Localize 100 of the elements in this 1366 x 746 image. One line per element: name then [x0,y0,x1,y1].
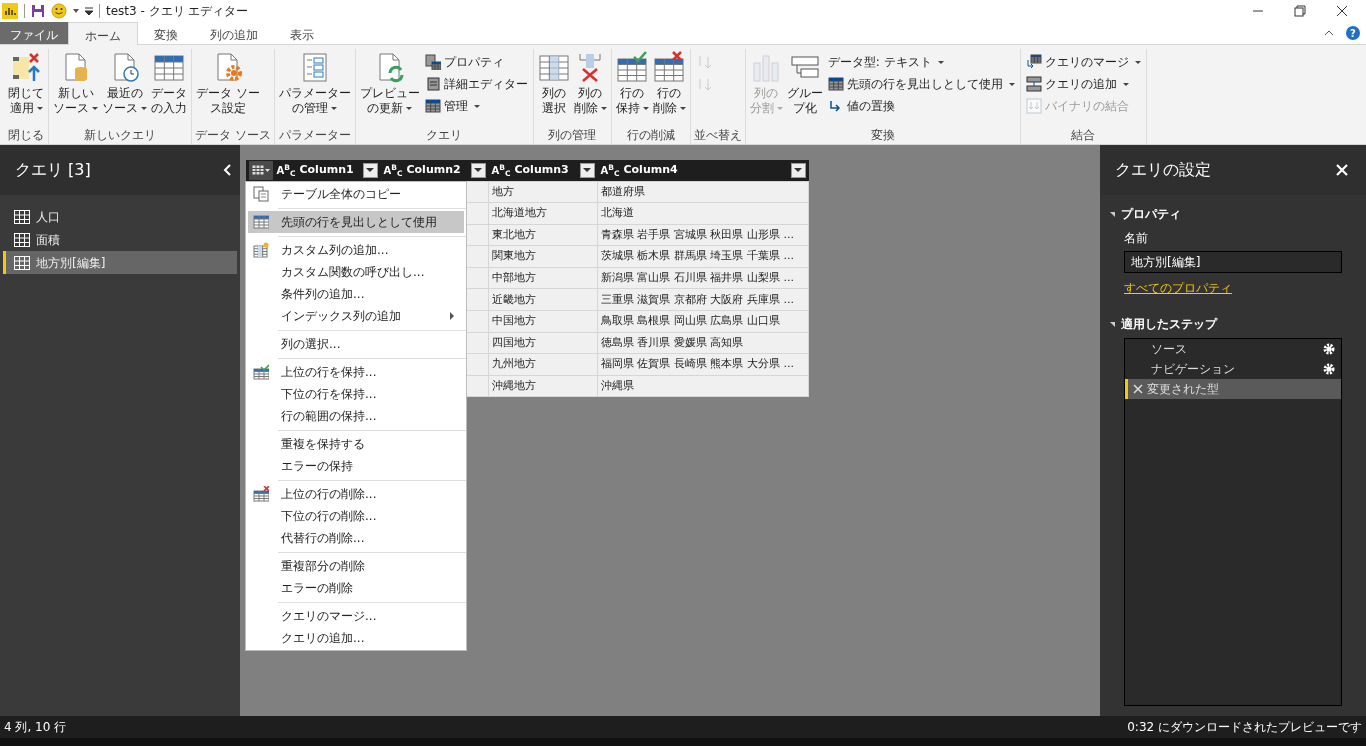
restore-icon[interactable] [1294,5,1306,17]
menu-item[interactable]: 重複部分の削除 [248,555,464,577]
filter-button[interactable] [362,162,378,178]
group-label: パラメーター [277,127,352,144]
query-item[interactable]: 面積 [3,228,237,251]
ribbon-button[interactable]: 行の 保持 [614,49,650,126]
menu-item[interactable]: 条件列の追加... [248,283,464,305]
help-button[interactable]: ? [1346,26,1360,40]
field-label: 名前 [1124,230,1149,247]
group-label: データ ソース [195,127,271,144]
group-label: 列の管理 [547,127,598,144]
ribbon-tab[interactable]: ホーム [68,22,138,45]
collapse-ribbon-icon[interactable] [1324,30,1334,36]
table-menu-button[interactable] [248,160,273,180]
step-item[interactable]: 変更された型 [1125,379,1341,399]
column-header: Column3 [514,162,569,178]
table-cell: 北海道 [597,202,809,225]
window-title: test3 - クエリ エディター [106,3,249,20]
caret-icon [264,168,270,172]
ribbon-button[interactable]: 詳細エディター [422,73,530,95]
group-label: 結合 [1070,127,1097,144]
menu-item[interactable]: クエリのマージ... [248,605,464,627]
name-field[interactable]: 地方別[編集] [1124,251,1342,273]
menu-item[interactable]: 下位の行の削除... [248,505,464,527]
ribbon-button[interactable]: データ型: テキスト [825,51,1017,73]
filter-button[interactable] [470,162,486,178]
ribbon-button[interactable]: 値の置換 [825,95,1017,117]
group-label: 変換 [869,127,896,144]
menu-item[interactable]: 上位の行を保持... [248,361,464,383]
table-icon [253,214,269,230]
ribbon-button[interactable]: プレビュー の更新 [358,49,421,126]
query-item[interactable]: 人口 [3,205,237,228]
menu-item[interactable]: 下位の行を保持... [248,383,464,405]
menu-item[interactable]: 行の範囲の保持... [248,405,464,427]
ribbon-tab[interactable]: 列の追加 [194,22,274,44]
ribbon-button[interactable]: 閉じて 適用 [7,49,45,126]
menu-item[interactable]: インデックス列の追加 [248,305,464,327]
table-cell: 沖縄県 [597,375,809,397]
menu-item[interactable]: クエリの追加... [248,627,464,649]
merge-icon [1025,54,1042,70]
gear-icon[interactable] [1323,363,1335,375]
customize-icon[interactable] [85,7,93,15]
step-item[interactable]: ソース [1125,339,1341,359]
custom-column-icon [253,242,269,258]
menu-item[interactable]: 上位の行の削除... [248,483,464,505]
ribbon-button[interactable]: 先頭の行を見出しとして使用 [825,73,1017,95]
table-cell: 地方 [488,181,598,203]
ribbon-button[interactable]: グルー プ化 [785,49,824,126]
table-cell: 徳島県 香川県 愛媛県 高知県 [597,332,809,354]
section-heading: 適用したステップ [1121,316,1217,333]
table-cell: 茨城県 栃木県 群馬県 埼玉県 千葉県 ... [597,245,809,268]
table-cell: 福岡県 佐賀県 長崎県 熊本県 大分県 ... [597,353,809,376]
close-icon[interactable] [1336,5,1348,17]
step-item[interactable]: ナビゲーション [1125,359,1341,379]
group-label: クエリ [425,127,464,144]
gear-icon[interactable] [1323,343,1335,355]
menu-item[interactable]: エラーの削除 [248,577,464,599]
properties-link[interactable]: すべてのプロパティ [1124,279,1232,297]
ribbon-button[interactable]: データ の入力 [150,49,188,126]
ribbon-button[interactable]: データ ソー ス設定 [195,49,261,126]
table-icon [14,232,30,247]
ribbon-tab[interactable]: 表示 [274,22,330,44]
ribbon-button[interactable]: クエリのマージ [1023,51,1143,73]
table-x-icon [653,51,686,83]
group-label: 新しいクエリ [83,127,157,144]
table-x-icon [253,486,269,502]
ribbon-button[interactable]: 列の 削除 [572,49,608,126]
menu-item[interactable]: カスタム列の追加... [248,239,464,261]
menu-item[interactable]: 代替行の削除... [248,527,464,549]
file-menu-tab[interactable]: ファイル [0,22,68,44]
ribbon-tab[interactable]: 変換 [138,22,194,44]
ribbon-button[interactable]: パラメーター の管理 [277,49,352,126]
ribbon-button[interactable]: 列の 選択 [536,49,571,126]
collapse-icon[interactable] [222,163,232,177]
filter-button[interactable] [790,162,806,178]
caret-icon[interactable] [73,9,79,13]
ribbon-button[interactable]: 管理 [422,95,530,117]
menu-item[interactable]: 重複を保持する [248,433,464,455]
smiley-icon[interactable] [51,3,67,19]
query-item[interactable]: 地方別[編集] [3,251,237,274]
column-header: Column1 [299,162,354,178]
ribbon-button[interactable]: クエリの追加 [1023,73,1143,95]
table-icon [251,165,264,176]
menu-item[interactable]: 列の選択... [248,333,464,355]
pane-title: クエリ [3] [15,159,91,181]
editor-icon [424,76,441,92]
ribbon-button[interactable]: 新しい ソース [52,49,99,126]
ribbon-button[interactable]: 最近の ソース [101,49,148,126]
filter-button[interactable] [579,162,595,178]
table-icon [14,255,30,270]
menu-item[interactable]: 先頭の行を見出しとして使用 [248,211,464,233]
delete-step-icon[interactable] [1132,383,1144,395]
table-cell: 都道府県 [597,181,809,203]
menu-item[interactable]: カスタム関数の呼び出し... [248,261,464,283]
table-icon [424,98,441,114]
append-icon [1025,76,1042,92]
ribbon-button[interactable]: プロパティ [422,51,530,73]
ribbon-button[interactable]: 行の 削除 [651,49,687,126]
menu-item[interactable]: テーブル全体のコピー [248,183,464,205]
menu-item[interactable]: エラーの保持 [248,455,464,477]
